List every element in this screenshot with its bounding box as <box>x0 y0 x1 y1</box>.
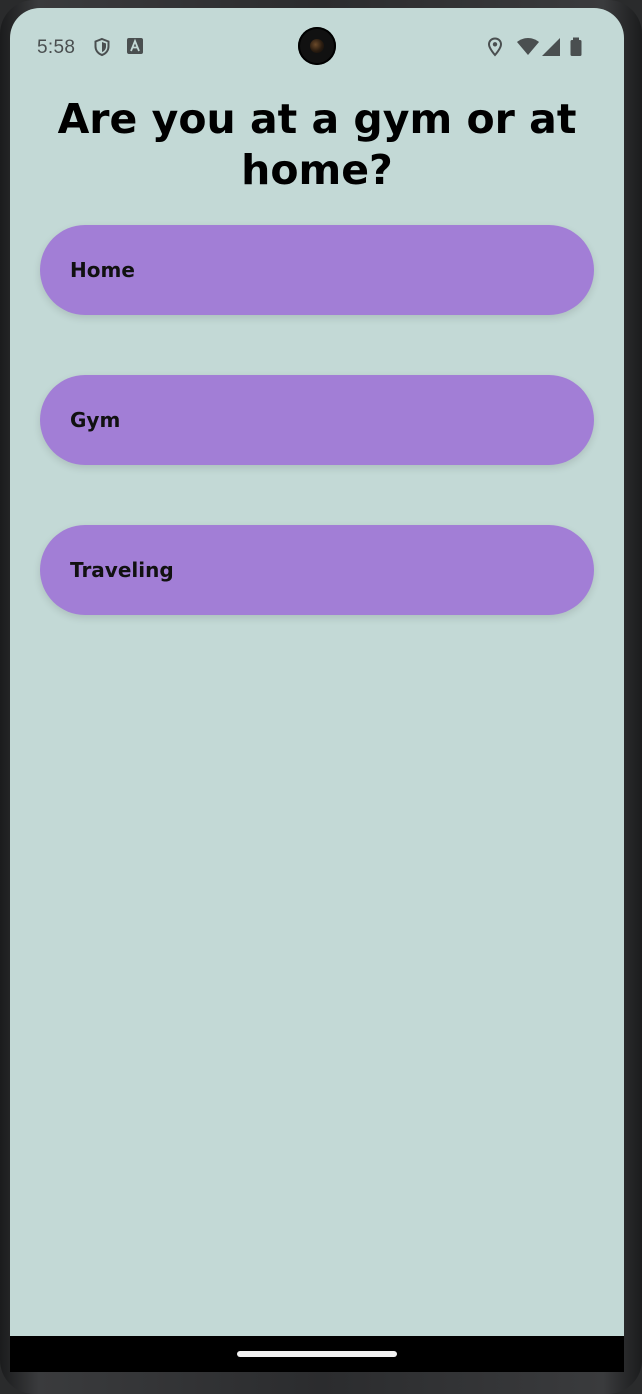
navigation-bar <box>10 1336 624 1372</box>
app-screen: 5:58 Are you at a gym or at home? Home G… <box>10 8 624 1372</box>
home-indicator[interactable] <box>237 1351 397 1357</box>
wifi-icon <box>516 37 540 57</box>
option-traveling-button[interactable]: Traveling <box>40 525 594 615</box>
shield-icon <box>92 37 112 57</box>
battery-icon <box>569 37 583 57</box>
option-label: Gym <box>70 408 121 432</box>
status-time: 5:58 <box>37 37 76 58</box>
a11y-font-icon <box>126 37 146 57</box>
option-label: Home <box>70 258 135 282</box>
option-gym-button[interactable]: Gym <box>40 375 594 465</box>
option-list: Home Gym Traveling <box>40 225 594 675</box>
page-title: Are you at a gym or at home? <box>57 95 577 194</box>
device-frame: 5:58 Are you at a gym or at home? Home G… <box>0 0 642 1394</box>
front-camera <box>298 27 336 65</box>
cell-signal-icon <box>541 37 561 57</box>
option-home-button[interactable]: Home <box>40 225 594 315</box>
status-bar: 5:58 <box>10 8 624 88</box>
location-icon <box>486 37 506 57</box>
option-label: Traveling <box>70 558 174 582</box>
